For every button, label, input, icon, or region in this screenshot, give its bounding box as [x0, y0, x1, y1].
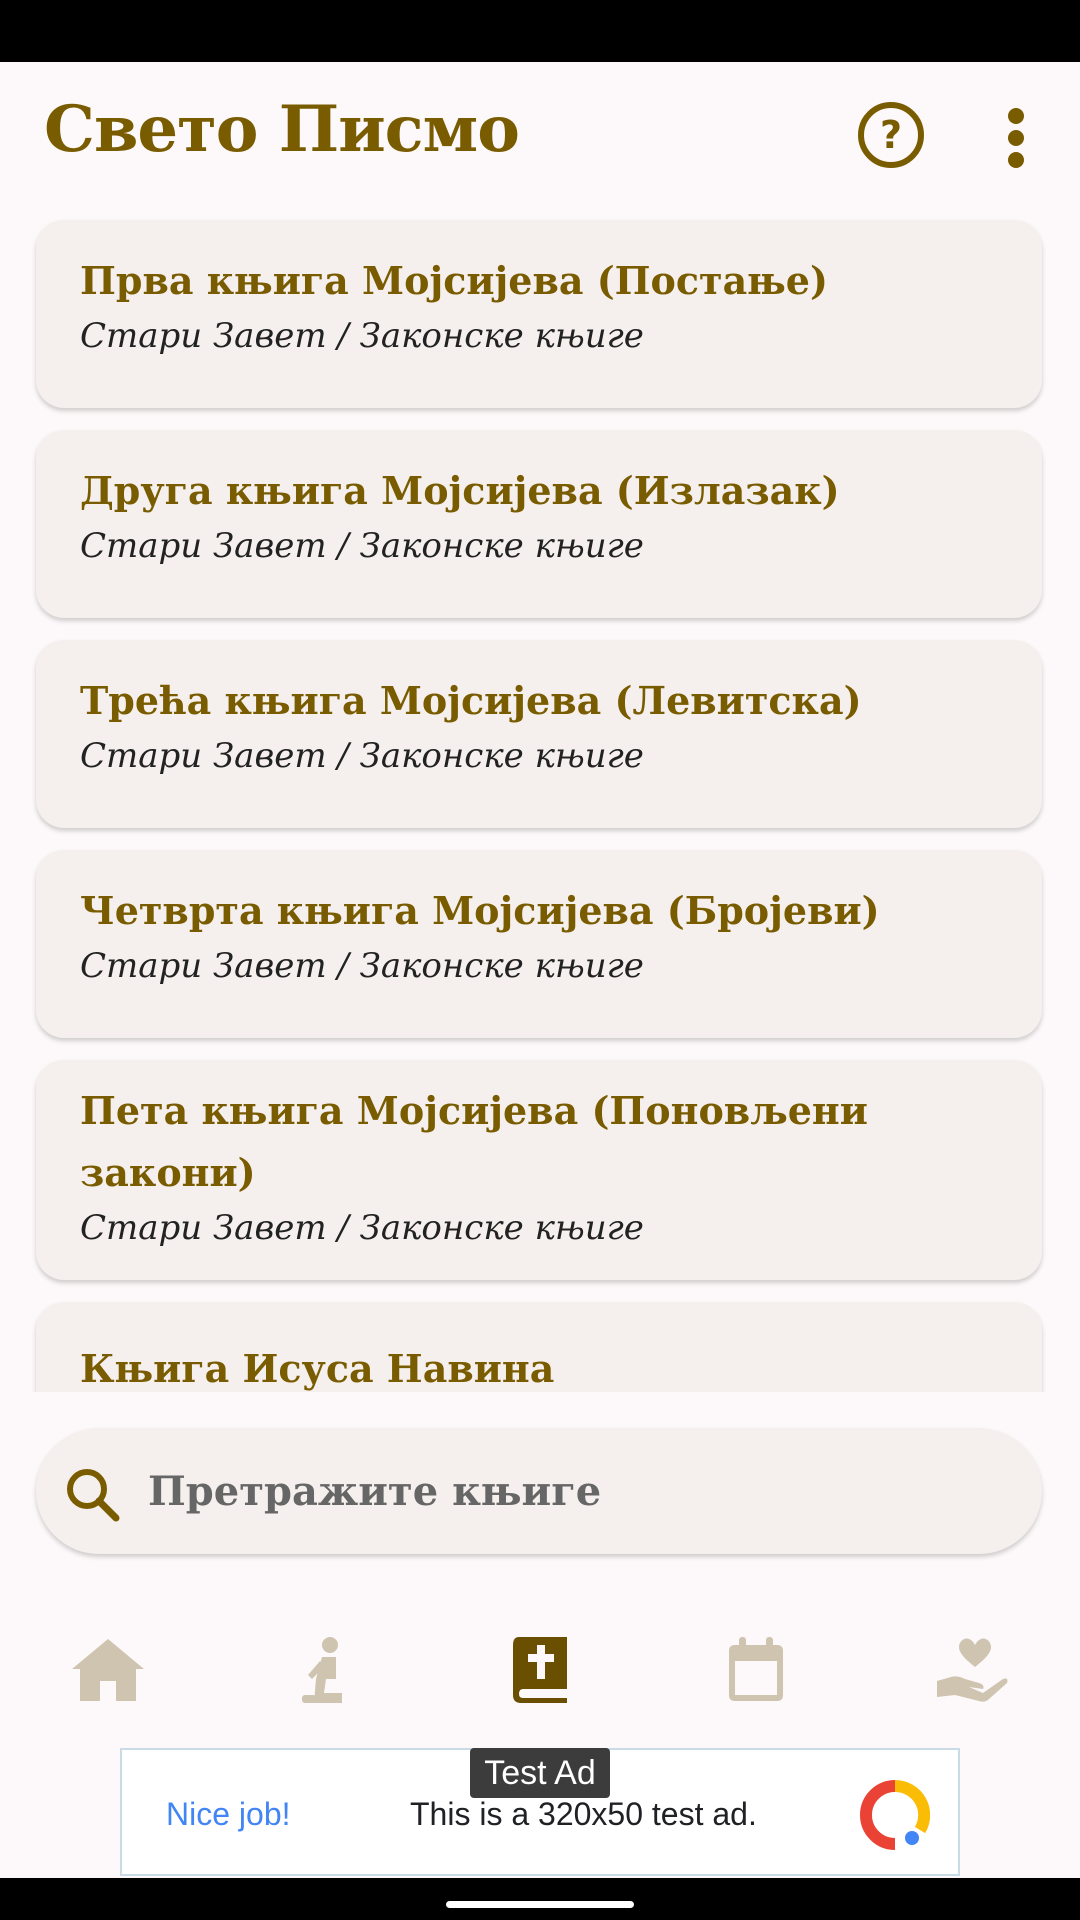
nav-charity[interactable] — [922, 1620, 1022, 1720]
system-nav-bar — [0, 1878, 1080, 1920]
book-category: Стари Завет / Законске књиге — [80, 736, 644, 776]
book-card-genesis[interactable]: Прва књига Мојсијева (Постање) Стари Зав… — [36, 220, 1042, 408]
search-input[interactable] — [148, 1458, 1008, 1524]
ad-headline: Nice job! — [166, 1796, 291, 1832]
book-list[interactable]: Прва књига Мојсијева (Постање) Стари Зав… — [0, 200, 1080, 1392]
book-card-numbers[interactable]: Четврта књига Мојсијева (Бројеви) Стари … — [36, 850, 1042, 1038]
help-circle-icon: ? — [879, 113, 903, 157]
book-category: Стари Завет / Законске књиге — [80, 1208, 644, 1248]
book-title: Прва књига Мојсијева (Постање) — [80, 258, 828, 303]
book-title: Трећа књига Мојсијева (Левитска) — [80, 678, 862, 723]
book-title: Пета књига Мојсијева (Поновљени закони) — [80, 1088, 868, 1195]
ad-logo-icon — [860, 1780, 930, 1850]
charity-hand-heart-icon — [937, 1638, 1008, 1702]
search-icon — [67, 1469, 120, 1522]
nav-prayer[interactable] — [274, 1620, 374, 1720]
book-category: Стари Завет / Законске књиге — [80, 526, 644, 566]
home-handle[interactable] — [446, 1901, 634, 1908]
page-title: Свето Писмо — [44, 92, 520, 167]
more-vertical-icon — [1008, 108, 1024, 124]
nav-calendar[interactable] — [706, 1620, 806, 1720]
bottom-navigation — [0, 1620, 1080, 1720]
book-title: Четврта књига Мојсијева (Бројеви) — [80, 888, 880, 933]
ad-text: This is a 320x50 test ad. — [410, 1796, 757, 1832]
nav-bible[interactable] — [490, 1620, 590, 1720]
book-title: Књига Исуса Навина — [80, 1346, 555, 1391]
calendar-icon — [729, 1637, 783, 1701]
help-button[interactable]: ? — [858, 102, 924, 168]
app-bar: Свето Писмо ? — [0, 62, 1080, 202]
more-options-button[interactable] — [996, 108, 1036, 168]
book-card-exodus[interactable]: Друга књига Мојсијева (Излазак) Стари За… — [36, 430, 1042, 618]
home-icon — [72, 1639, 144, 1701]
search-bar[interactable] — [36, 1428, 1042, 1554]
prayer-icon — [302, 1637, 342, 1703]
book-card-deuteronomy[interactable]: Пета књига Мојсијева (Поновљени закони) … — [36, 1060, 1042, 1280]
book-card-leviticus[interactable]: Трећа књига Мојсијева (Левитска) Стари З… — [36, 640, 1042, 828]
ad-label: Test Ad — [470, 1748, 610, 1798]
book-category: Стари Завет / Законске књиге — [80, 946, 644, 986]
nav-home[interactable] — [58, 1620, 158, 1720]
bible-icon — [513, 1637, 567, 1703]
book-title: Друга књига Мојсијева (Излазак) — [80, 468, 840, 513]
book-card-joshua[interactable]: Књига Исуса Навина — [36, 1302, 1042, 1392]
book-category: Стари Завет / Законске књиге — [80, 316, 644, 356]
status-bar — [0, 0, 1080, 62]
